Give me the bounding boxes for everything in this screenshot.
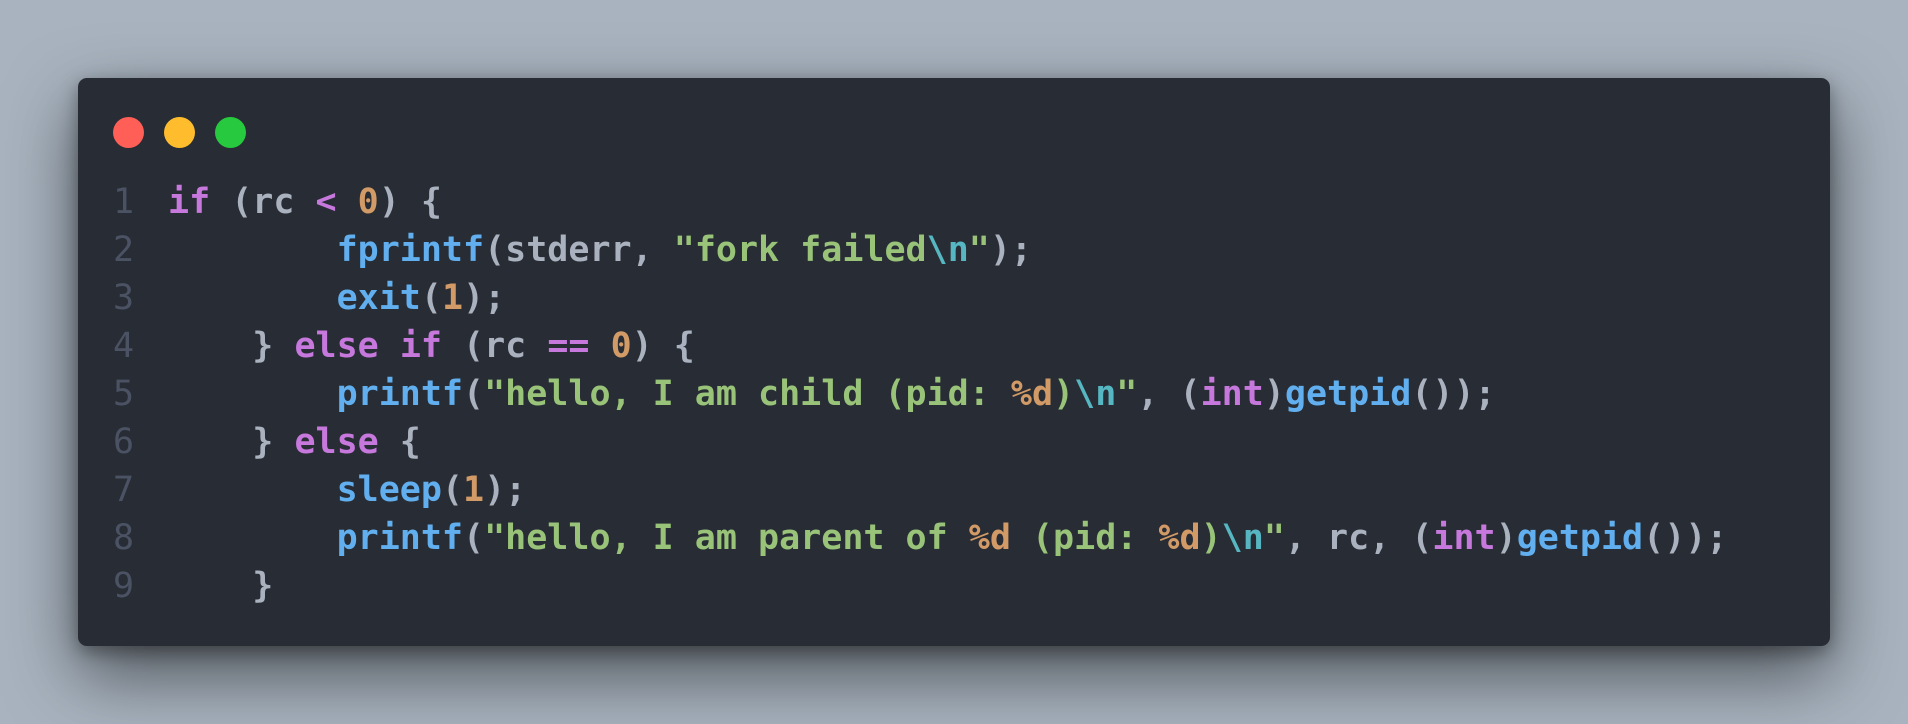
code-token: ( — [463, 374, 485, 414]
line-number: 1 — [113, 182, 135, 222]
code-text: } else { — [168, 418, 421, 466]
code-text: exit(1); — [168, 274, 506, 322]
code-token: %d — [968, 518, 1011, 558]
code-token: getpid — [1284, 374, 1412, 414]
code-line: 7 sleep(1); — [113, 466, 1727, 514]
code-token: " — [968, 230, 990, 270]
code-token: " — [1263, 518, 1285, 558]
code-token: int — [1200, 374, 1264, 414]
code-token: ) — [1263, 374, 1285, 414]
code-text: if (rc < 0) { — [168, 178, 442, 226]
code-token: else — [294, 326, 379, 366]
code-token: (rc — [441, 326, 548, 366]
line-number: 9 — [113, 566, 135, 606]
code-token: ()); — [1643, 518, 1728, 558]
code-text: sleep(1); — [168, 466, 527, 514]
code-token: printf — [336, 374, 464, 414]
code-text: } else if (rc == 0) { — [168, 322, 695, 370]
code-token: } — [168, 566, 274, 606]
code-token: sleep — [336, 470, 442, 510]
code-token: %d — [1158, 518, 1201, 558]
code-token: if — [399, 326, 442, 366]
code-text: printf("hello, I am child (pid: %d)\n", … — [168, 370, 1496, 418]
code-token: "hello, I am parent of — [484, 518, 969, 558]
line-number: 8 — [113, 518, 135, 558]
code-text: printf("hello, I am parent of %d (pid: %… — [168, 514, 1728, 562]
code-token: ) — [1495, 518, 1517, 558]
window-controls — [113, 117, 246, 148]
code-line: 4 } else if (rc == 0) { — [113, 322, 1727, 370]
code-token: \n — [926, 230, 969, 270]
code-text: fprintf(stderr, "fork failed\n"); — [168, 226, 1032, 274]
code-token: < — [315, 182, 337, 222]
code-token: , ( — [1137, 374, 1201, 414]
code-token: \n — [1221, 518, 1264, 558]
code-token: %d — [1010, 374, 1054, 414]
code-token: (rc — [210, 182, 316, 222]
code-token: (stderr, — [484, 230, 674, 270]
code-token: ) — [1053, 374, 1075, 414]
code-token: 1 — [441, 278, 464, 318]
code-token: ) { — [378, 182, 442, 222]
line-number: 4 — [113, 326, 135, 366]
code-token: " — [1116, 374, 1138, 414]
code-line: 8 printf("hello, I am parent of %d (pid:… — [113, 514, 1727, 562]
code-window: 1 if (rc < 0) {2 fprintf(stderr, "fork fa… — [78, 78, 1830, 646]
code-token: getpid — [1516, 518, 1644, 558]
code-token: ); — [463, 278, 506, 318]
code-token: ( — [441, 470, 464, 510]
code-line: 2 fprintf(stderr, "fork failed\n"); — [113, 226, 1727, 274]
code-token: ( — [463, 518, 485, 558]
line-number: 3 — [113, 278, 135, 318]
code-token: \n — [1074, 374, 1117, 414]
code-token: exit — [336, 278, 421, 318]
code-token: } — [168, 422, 295, 462]
code-token: ); — [484, 470, 527, 510]
code-line: 5 printf("hello, I am child (pid: %d)\n"… — [113, 370, 1727, 418]
code-token: } — [168, 326, 295, 366]
code-token: "hello, I am child (pid: — [484, 374, 1011, 414]
code-line: 1 if (rc < 0) { — [113, 178, 1727, 226]
code-token: ()); — [1411, 374, 1496, 414]
close-dot-icon — [113, 117, 144, 148]
line-number: 5 — [113, 374, 135, 414]
line-number: 7 — [113, 470, 135, 510]
code-token: printf — [336, 518, 464, 558]
code-token: "fork failed — [673, 230, 927, 270]
code-text: } — [168, 562, 273, 610]
code-token: int — [1432, 518, 1496, 558]
code-token: 0 — [357, 182, 379, 222]
code-token: else — [294, 422, 379, 462]
code-token: == — [547, 326, 590, 366]
code-token: ( — [420, 278, 442, 318]
code-token: if — [168, 182, 211, 222]
code-token: ); — [989, 230, 1033, 270]
maximize-dot-icon — [215, 117, 246, 148]
code-token: { — [378, 422, 421, 462]
line-number: 6 — [113, 422, 135, 462]
code-token: 0 — [610, 326, 632, 366]
code-block: 1 if (rc < 0) {2 fprintf(stderr, "fork fa… — [113, 178, 1727, 610]
code-line: 6 } else { — [113, 418, 1727, 466]
code-token: fprintf — [336, 230, 485, 270]
code-token: ) — [1200, 518, 1222, 558]
code-line: 3 exit(1); — [113, 274, 1727, 322]
minimize-dot-icon — [164, 117, 195, 148]
code-token: ) { — [631, 326, 695, 366]
code-token: (pid: — [1010, 518, 1159, 558]
code-token: , rc, ( — [1284, 518, 1433, 558]
code-line: 9 } — [113, 562, 1727, 610]
line-number: 2 — [113, 230, 135, 270]
code-token: 1 — [463, 470, 485, 510]
